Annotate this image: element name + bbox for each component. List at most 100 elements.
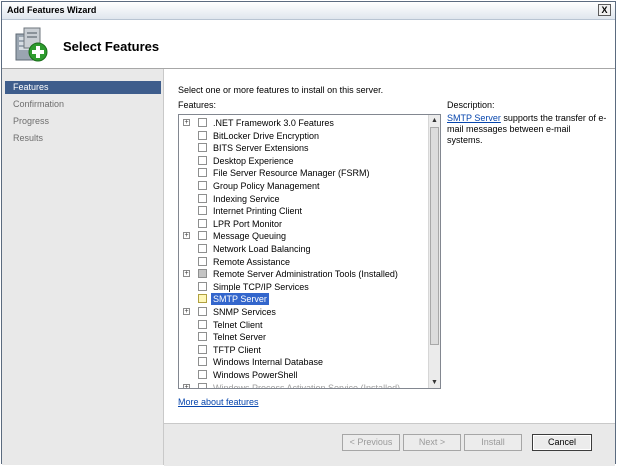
feature-row[interactable]: Simple TCP/IP Services <box>179 281 429 293</box>
scroll-thumb[interactable] <box>430 127 439 345</box>
feature-checkbox[interactable] <box>198 218 207 228</box>
title-bar: Add Features Wizard X <box>2 2 615 20</box>
feature-checkbox[interactable] <box>198 193 207 203</box>
instruction-text: Select one or more features to install o… <box>178 85 384 95</box>
feature-label: Telnet Client <box>213 319 263 330</box>
feature-checkbox[interactable] <box>198 181 207 190</box>
feature-checkbox[interactable] <box>198 118 207 127</box>
feature-label: Remote Assistance <box>213 256 291 267</box>
feature-checkbox[interactable] <box>198 357 207 367</box>
feature-row[interactable]: + SNMP Services <box>179 306 429 318</box>
window-title: Add Features Wizard <box>7 5 97 15</box>
feature-label: Windows Internal Database <box>213 357 324 368</box>
feature-row[interactable]: Group Policy Management <box>179 180 429 192</box>
feature-row[interactable]: Network Load Balancing <box>179 243 429 255</box>
description-link[interactable]: SMTP Server <box>447 113 501 123</box>
feature-checkbox[interactable] <box>198 206 207 216</box>
feature-row[interactable]: SMTP Server <box>179 293 429 306</box>
expand-icon[interactable]: + <box>183 270 190 278</box>
feature-checkbox[interactable] <box>198 244 207 253</box>
feature-checkbox[interactable] <box>198 319 207 329</box>
button-bar: < Previous Next > Install Cancel <box>164 423 615 466</box>
feature-row[interactable]: Internet Printing Client <box>179 205 429 217</box>
expand-icon[interactable]: + <box>183 308 190 315</box>
feature-row[interactable]: Windows PowerShell <box>179 369 429 381</box>
feature-row[interactable]: + Remote Server Administration Tools (Ins… <box>179 268 429 280</box>
feature-label: Simple TCP/IP Services <box>213 281 309 292</box>
feature-checkbox[interactable] <box>198 130 207 140</box>
feature-checkbox[interactable] <box>198 155 207 165</box>
feature-label: BITS Server Extensions <box>213 143 309 154</box>
feature-checkbox[interactable] <box>198 231 207 241</box>
description-text: SMTP Server supports the transfer of e-m… <box>447 113 607 146</box>
feature-checkbox[interactable] <box>198 143 207 153</box>
nav-item-confirmation[interactable]: Confirmation <box>5 98 161 111</box>
features-tree[interactable]: + .NET Framework 3.0 Features BitLocker Dr… <box>178 114 441 389</box>
next-button[interactable]: Next > <box>403 434 461 451</box>
nav-item-progress[interactable]: Progress <box>5 115 161 128</box>
nav-item-features[interactable]: Features <box>5 81 161 94</box>
more-about-features-link[interactable]: More about features <box>178 397 259 407</box>
feature-row[interactable]: Windows Internal Database <box>179 356 429 368</box>
feature-checkbox <box>198 382 207 388</box>
feature-row[interactable]: Telnet Server <box>179 331 429 343</box>
feature-row[interactable]: File Server Resource Manager (FSRM) <box>179 167 429 179</box>
content-pane: Select one or more features to install o… <box>164 69 615 423</box>
page-title: Select Features <box>63 39 160 54</box>
scroll-up-icon[interactable]: ▲ <box>429 115 440 126</box>
feature-label: SNMP Services <box>213 307 276 317</box>
expand-icon[interactable]: + <box>183 383 190 388</box>
feature-label: File Server Resource Manager (FSRM) <box>213 168 370 179</box>
server-add-icon <box>15 27 48 62</box>
feature-label: Windows Process Activation Service (Inst… <box>213 382 401 389</box>
feature-label: LPR Port Monitor <box>213 218 283 229</box>
feature-label: BitLocker Drive Encryption <box>213 130 320 141</box>
feature-row[interactable]: Indexing Service <box>179 193 429 205</box>
feature-row[interactable]: BITS Server Extensions <box>179 142 429 154</box>
feature-checkbox[interactable] <box>198 168 207 178</box>
feature-label: Desktop Experience <box>213 155 294 166</box>
feature-checkbox[interactable] <box>198 294 207 304</box>
features-label: Features: <box>178 100 217 110</box>
feature-row[interactable]: LPR Port Monitor <box>179 218 429 230</box>
feature-checkbox[interactable] <box>198 281 207 291</box>
wizard-header: Select Features <box>2 20 615 69</box>
wizard-window: Add Features Wizard X Select Features Fe… <box>1 1 616 466</box>
feature-row[interactable]: Desktop Experience <box>179 155 429 167</box>
feature-label: Telnet Server <box>213 332 267 343</box>
feature-checkbox[interactable] <box>198 344 207 354</box>
install-button[interactable]: Install <box>464 434 522 451</box>
feature-row[interactable]: BitLocker Drive Encryption <box>179 130 429 142</box>
feature-label: Internet Printing Client <box>213 206 303 217</box>
feature-label: SMTP Server <box>211 293 269 306</box>
feature-row[interactable]: Telnet Client <box>179 319 429 331</box>
wizard-nav: Features Confirmation Progress Results <box>2 69 164 465</box>
expand-icon[interactable]: + <box>183 119 190 126</box>
feature-row[interactable]: + Windows Process Activation Service (Ins… <box>179 382 429 389</box>
feature-checkbox[interactable] <box>198 332 207 342</box>
previous-button[interactable]: < Previous <box>342 434 400 451</box>
feature-row[interactable]: + Message Queuing <box>179 230 429 242</box>
feature-label: Remote Server Administration Tools (Inst… <box>213 269 398 280</box>
feature-label: Indexing Service <box>213 193 280 204</box>
feature-row[interactable]: TFTP Client <box>179 344 429 356</box>
feature-label: TFTP Client <box>213 344 261 355</box>
feature-checkbox[interactable] <box>198 269 207 279</box>
nav-item-results[interactable]: Results <box>5 132 161 145</box>
feature-checkbox[interactable] <box>198 307 207 316</box>
description-label: Description: <box>447 100 495 110</box>
feature-row[interactable]: Remote Assistance <box>179 256 429 268</box>
feature-label: Group Policy Management <box>213 181 320 191</box>
feature-label: Windows PowerShell <box>213 370 298 380</box>
cancel-button[interactable]: Cancel <box>532 434 592 451</box>
close-icon: X <box>601 4 608 15</box>
scroll-down-icon[interactable]: ▼ <box>429 377 440 388</box>
feature-label: Network Load Balancing <box>213 244 311 254</box>
feature-label: Message Queuing <box>213 231 287 242</box>
scrollbar[interactable]: ▲ ▼ <box>428 115 440 388</box>
expand-icon[interactable]: + <box>183 232 190 240</box>
feature-checkbox[interactable] <box>198 370 207 379</box>
feature-checkbox[interactable] <box>198 256 207 266</box>
close-button[interactable]: X <box>598 4 611 16</box>
feature-row[interactable]: + .NET Framework 3.0 Features <box>179 117 429 129</box>
